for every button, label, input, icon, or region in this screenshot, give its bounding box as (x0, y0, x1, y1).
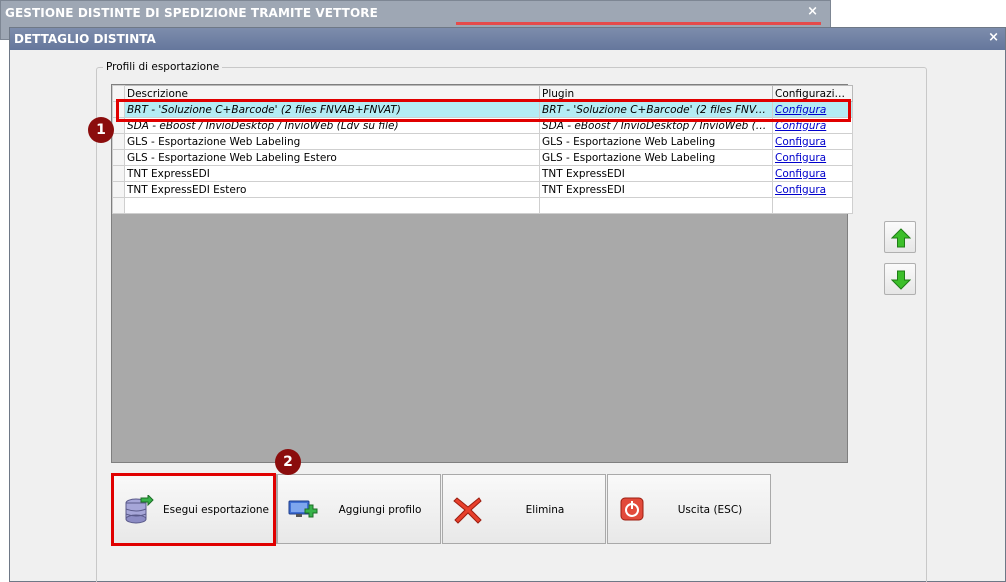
exit-button[interactable]: Uscita (ESC) (607, 474, 771, 544)
row-selector[interactable] (112, 181, 125, 198)
table-row-new[interactable] (112, 197, 853, 214)
cell-configurazione[interactable]: Configura (772, 133, 853, 150)
dialog-titlebar: DETTAGLIO DISTINTA × (10, 28, 1005, 50)
background-red-line (456, 22, 821, 25)
table-row[interactable]: TNT ExpressEDI Estero TNT ExpressEDI Con… (112, 181, 853, 198)
highlight-box-row (116, 99, 851, 122)
red-x-icon (453, 497, 482, 524)
cell-empty[interactable] (124, 197, 540, 214)
exit-button-label: Uscita (ESC) (677, 504, 743, 516)
dialog-close-icon[interactable]: × (988, 30, 999, 45)
export-profiles-legend: Profili di esportazione (103, 61, 223, 73)
green-arrow-up-icon (891, 228, 911, 248)
cell-plugin[interactable]: GLS - Esportazione Web Labeling (539, 149, 773, 166)
cell-descrizione[interactable]: TNT ExpressEDI (124, 165, 540, 182)
configure-link[interactable]: Configura (775, 152, 826, 164)
table-row[interactable]: GLS - Esportazione Web Labeling Estero G… (112, 149, 853, 166)
delete-button[interactable]: Elimina (442, 474, 606, 544)
cell-empty[interactable] (772, 197, 853, 214)
highlight-box-export (111, 473, 276, 546)
profiles-grid[interactable]: Descrizione Plugin Configurazione BRT - … (111, 84, 853, 463)
cell-descrizione[interactable]: GLS - Esportazione Web Labeling Estero (124, 149, 540, 166)
add-profile-button-label: Aggiungi profilo (338, 504, 422, 516)
configure-link[interactable]: Configura (775, 168, 826, 180)
delete-button-label: Elimina (525, 504, 565, 516)
configure-link[interactable]: Configura (775, 136, 826, 148)
monitor-add-icon (288, 500, 318, 518)
move-up-button[interactable] (884, 221, 916, 253)
cell-plugin[interactable]: TNT ExpressEDI (539, 165, 773, 182)
background-window-title: GESTIONE DISTINTE DI SPEDIZIONE TRAMITE … (5, 6, 378, 20)
row-selector[interactable] (112, 133, 125, 150)
cell-plugin[interactable]: GLS - Esportazione Web Labeling (539, 133, 773, 150)
cell-configurazione[interactable]: Configura (772, 181, 853, 198)
green-arrow-down-icon (891, 270, 911, 290)
dialog-title: DETTAGLIO DISTINTA (14, 32, 156, 46)
cell-descrizione[interactable]: TNT ExpressEDI Estero (124, 181, 540, 198)
annotation-badge-2: 2 (275, 449, 301, 475)
table-row[interactable]: TNT ExpressEDI TNT ExpressEDI Configura (112, 165, 853, 182)
move-down-button[interactable] (884, 263, 916, 295)
cell-configurazione[interactable]: Configura (772, 165, 853, 182)
table-row[interactable]: GLS - Esportazione Web Labeling GLS - Es… (112, 133, 853, 150)
background-window-close-icon[interactable]: × (807, 4, 818, 19)
row-selector[interactable] (112, 165, 125, 182)
cell-empty[interactable] (539, 197, 773, 214)
configure-link[interactable]: Configura (775, 184, 826, 196)
row-selector[interactable] (112, 197, 125, 214)
power-off-icon (620, 497, 644, 521)
cell-plugin[interactable]: TNT ExpressEDI (539, 181, 773, 198)
cell-descrizione[interactable]: GLS - Esportazione Web Labeling (124, 133, 540, 150)
row-selector[interactable] (112, 149, 125, 166)
cell-configurazione[interactable]: Configura (772, 149, 853, 166)
annotation-badge-1: 1 (88, 117, 114, 143)
add-profile-button[interactable]: Aggiungi profilo (277, 474, 441, 544)
